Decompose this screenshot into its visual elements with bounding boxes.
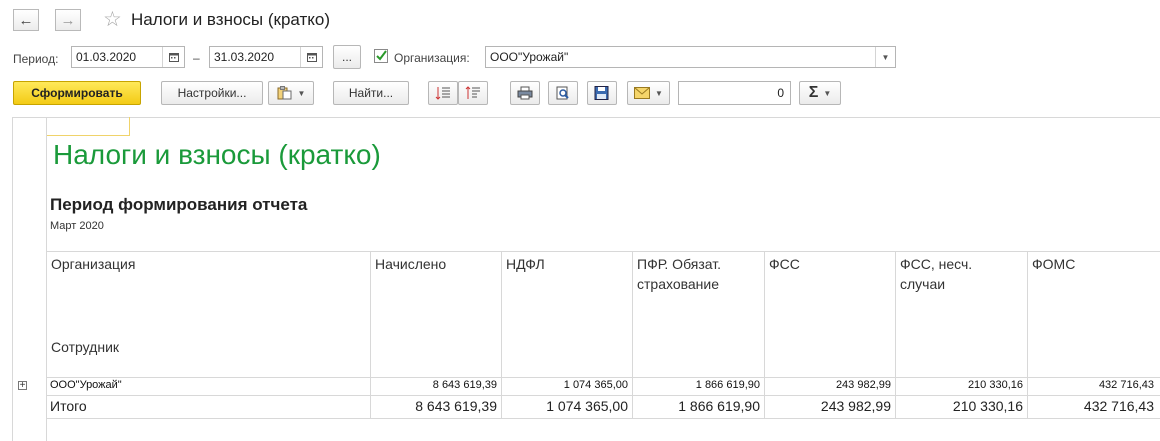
total-accrued: 8 643 619,39 [415,398,497,414]
col-divider [1027,251,1028,418]
col-divider [370,251,371,418]
variants-button[interactable]: ▼ [268,81,314,105]
settings-label: Настройки... [177,86,247,100]
expand-row-icon[interactable]: + [18,381,27,391]
header-accrued: Начислено [375,256,447,272]
col-divider [764,251,765,418]
generate-button[interactable]: Сформировать [13,81,141,105]
header-pfr-line2: страхование [637,276,720,292]
table-header-bottom-line [47,377,1160,378]
calendar-from-icon[interactable] [162,47,184,67]
send-email-button[interactable]: ▼ [627,81,670,105]
report-gutter-line [46,117,47,441]
period-heading: Период формирования отчета [50,195,308,214]
header-fss-ns-line1: ФСС, несч. [900,256,973,272]
envelope-icon [634,87,651,99]
find-button[interactable]: Найти... [333,81,409,105]
clipboard-icon [277,86,292,100]
org-label: Организация: [394,51,470,65]
row-fss: 243 982,99 [835,379,891,391]
report-left-border [12,117,13,441]
preview-button[interactable] [548,81,578,105]
header-ndfl: НДФЛ [506,256,545,272]
total-label: Итого [50,398,87,414]
report-top-border [12,117,1160,118]
forward-button[interactable]: → [55,9,81,31]
total-fss: 243 982,99 [820,398,891,414]
header-fss-ns-line2: случаи [900,276,946,292]
generate-label: Сформировать [31,86,123,100]
period-select-label: ... [341,50,352,64]
chevron-down-icon[interactable]: ▼ [875,47,895,67]
collapse-groups-icon [465,86,480,99]
table-row-line [47,395,1160,396]
col-divider [501,251,502,418]
sigma-icon: Σ [808,84,819,101]
number-field[interactable]: 0 [678,81,791,105]
row-org-name: ООО"Урожай" [50,379,122,391]
row-fss-ns: 210 330,16 [967,379,1023,391]
header-fss: ФСС [769,256,800,272]
favorite-star-icon[interactable]: ☆ [103,7,122,32]
collapse-all-button[interactable] [458,81,488,105]
checkmark-icon [376,50,387,61]
caret-down-icon: ▼ [823,88,832,98]
expand-all-button[interactable] [428,81,458,105]
col-divider [632,251,633,418]
col-divider [895,251,896,418]
calendar-to-icon[interactable] [300,47,322,67]
org-select[interactable]: ООО"Урожай" ▼ [485,46,896,68]
print-button[interactable] [510,81,540,105]
arrow-left-icon: ← [18,11,34,29]
table-bottom-line [47,418,1160,419]
save-button[interactable] [587,81,617,105]
date-dash: – [193,51,200,65]
report-title: Налоги и взносы (кратко) [53,139,381,170]
total-ndfl: 1 074 365,00 [546,398,628,414]
period-label: Период: [13,52,59,66]
floppy-disk-icon [594,86,609,100]
total-pfr: 1 866 619,90 [678,398,760,414]
row-ndfl: 1 074 365,00 [563,379,628,391]
date-from-value: 01.03.2020 [76,50,137,64]
header-employee: Сотрудник [51,339,120,355]
active-cell-highlight [47,117,130,136]
row-foms: 432 716,43 [1098,379,1154,391]
row-pfr: 1 866 619,90 [695,379,760,391]
back-button[interactable]: ← [13,9,39,31]
settings-button[interactable]: Настройки... [161,81,263,105]
sum-button[interactable]: Σ ▼ [799,81,841,105]
row-accrued: 8 643 619,39 [432,379,497,391]
org-select-value: ООО"Урожай" [490,50,569,64]
header-org: Организация [51,256,136,272]
header-pfr-line1: ПФР. Обязат. [637,256,722,272]
total-fss-ns: 210 330,16 [952,398,1023,414]
print-preview-icon [556,86,569,100]
date-to-field[interactable]: 31.03.2020 [209,46,323,68]
caret-down-icon: ▼ [655,88,663,98]
printer-icon [517,86,533,100]
period-value: Март 2020 [50,220,104,232]
find-label: Найти... [348,86,394,100]
page-title: Налоги и взносы (кратко) [131,10,331,29]
total-foms: 432 716,43 [1083,398,1154,414]
arrow-right-icon: → [60,11,76,29]
caret-down-icon: ▼ [297,88,306,98]
org-checkbox[interactable] [374,49,388,63]
expand-groups-icon [435,87,450,100]
header-foms: ФОМС [1032,256,1076,272]
date-to-value: 31.03.2020 [214,50,275,64]
date-from-field[interactable]: 01.03.2020 [71,46,185,68]
table-header-top-line [47,251,1160,252]
number-value: 0 [777,86,784,100]
period-select-button[interactable]: ... [333,45,361,69]
